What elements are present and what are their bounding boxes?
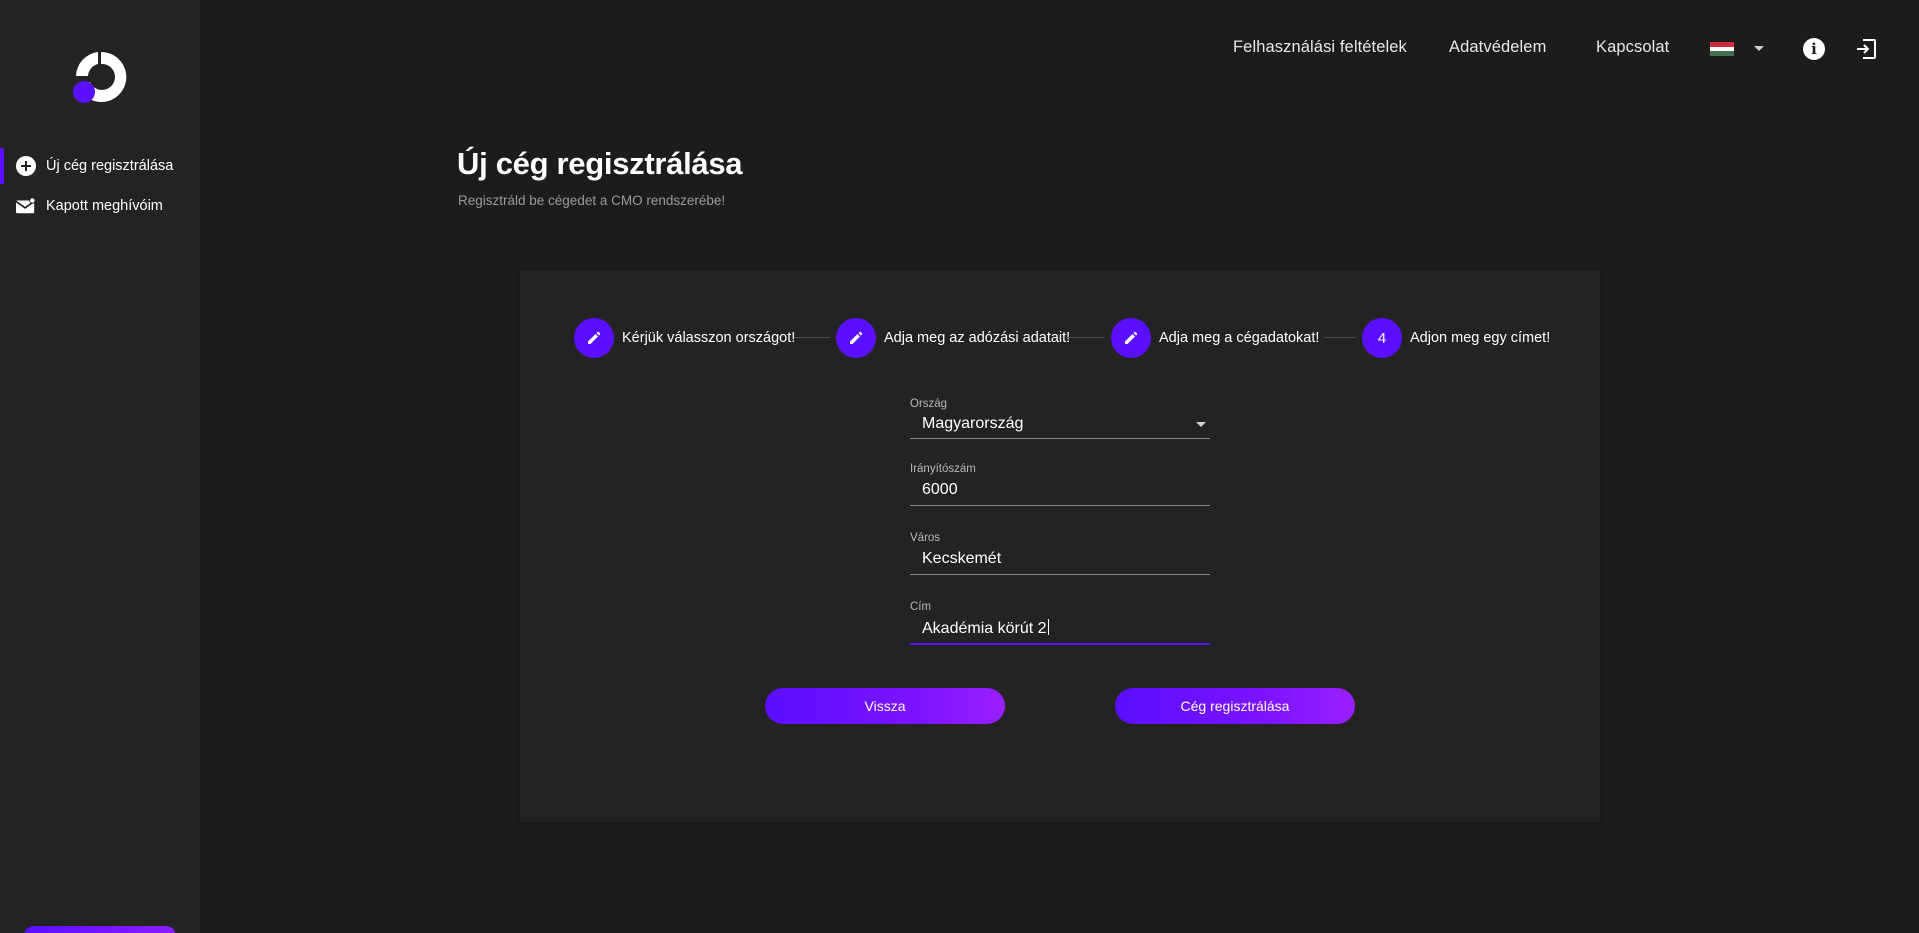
city-value: Kecskemét	[922, 550, 1002, 567]
registration-card: Kérjük válasszon országot! Adja meg az a…	[520, 270, 1600, 822]
step-label: Kérjük válasszon országot!	[622, 330, 796, 346]
pencil-icon	[1111, 318, 1151, 358]
city-field[interactable]: Város Kecskemét	[910, 532, 1210, 584]
terms-link[interactable]: Felhasználási feltételek	[1233, 38, 1407, 57]
step-tax-data[interactable]: Adja meg az adózási adatait!	[836, 318, 1070, 358]
register-company-button[interactable]: Cég regisztrálása	[1115, 688, 1355, 724]
sidebar-item-new-company[interactable]: Új cég regisztrálása	[0, 148, 200, 184]
contact-link[interactable]: Kapcsolat	[1596, 38, 1669, 57]
country-select[interactable]: Ország Magyarország	[910, 398, 1210, 448]
field-underline	[910, 574, 1210, 575]
field-underline-focused	[910, 643, 1210, 645]
step-label: Adja meg a cégadatokat!	[1159, 330, 1320, 346]
step-address[interactable]: 4 Adjon meg egy címet!	[1362, 318, 1550, 358]
hungary-flag-icon[interactable]	[1710, 42, 1734, 57]
country-value: Magyarország	[922, 415, 1024, 432]
step-label: Adjon meg egy címet!	[1410, 330, 1551, 346]
info-icon[interactable]: i	[1803, 38, 1825, 60]
step-connector	[1068, 337, 1104, 338]
step-connector	[1324, 337, 1356, 338]
add-circle-icon	[16, 156, 36, 176]
field-underline	[910, 438, 1210, 439]
address-value-wrap: Akadémia körút 2	[922, 619, 1049, 638]
sidebar-item-label: Új cég regisztrálása	[46, 158, 174, 174]
step-connector	[794, 337, 830, 338]
back-button[interactable]: Vissza	[765, 688, 1005, 724]
page-title: Új cég regisztrálása	[457, 146, 743, 181]
address-field[interactable]: Cím Akadémia körút 2	[910, 601, 1210, 653]
city-label: Város	[910, 532, 941, 544]
sidebar-bottom-button[interactable]	[24, 926, 176, 933]
pencil-icon	[574, 318, 614, 358]
step-number: 4	[1362, 318, 1402, 358]
chevron-down-icon	[1196, 422, 1206, 427]
privacy-link[interactable]: Adatvédelem	[1449, 38, 1546, 57]
address-value: Akadémia körút 2	[922, 620, 1047, 637]
address-label: Cím	[910, 601, 932, 613]
field-underline	[910, 505, 1210, 506]
sidebar: Új cég regisztrálása Kapott meghívóim	[0, 0, 200, 933]
country-label: Ország	[910, 398, 948, 410]
step-country[interactable]: Kérjük válasszon országot!	[574, 318, 795, 358]
zip-value: 6000	[922, 481, 958, 498]
zip-field[interactable]: Irányítószám 6000	[910, 463, 1210, 515]
text-cursor	[1047, 619, 1049, 635]
mail-icon	[16, 196, 36, 216]
sidebar-item-invitations[interactable]: Kapott meghívóim	[0, 188, 200, 224]
step-label: Adja meg az adózási adatait!	[884, 330, 1071, 346]
sidebar-item-label: Kapott meghívóim	[46, 198, 163, 214]
pencil-icon	[836, 318, 876, 358]
app-logo[interactable]	[70, 46, 132, 108]
step-company-data[interactable]: Adja meg a cégadatokat!	[1111, 318, 1319, 358]
page-subtitle: Regisztráld be cégedet a CMO rendszerébe…	[458, 193, 726, 208]
zip-label: Irányítószám	[910, 463, 976, 475]
logout-icon[interactable]	[1855, 38, 1877, 60]
language-dropdown-chevron-icon[interactable]	[1754, 46, 1764, 51]
